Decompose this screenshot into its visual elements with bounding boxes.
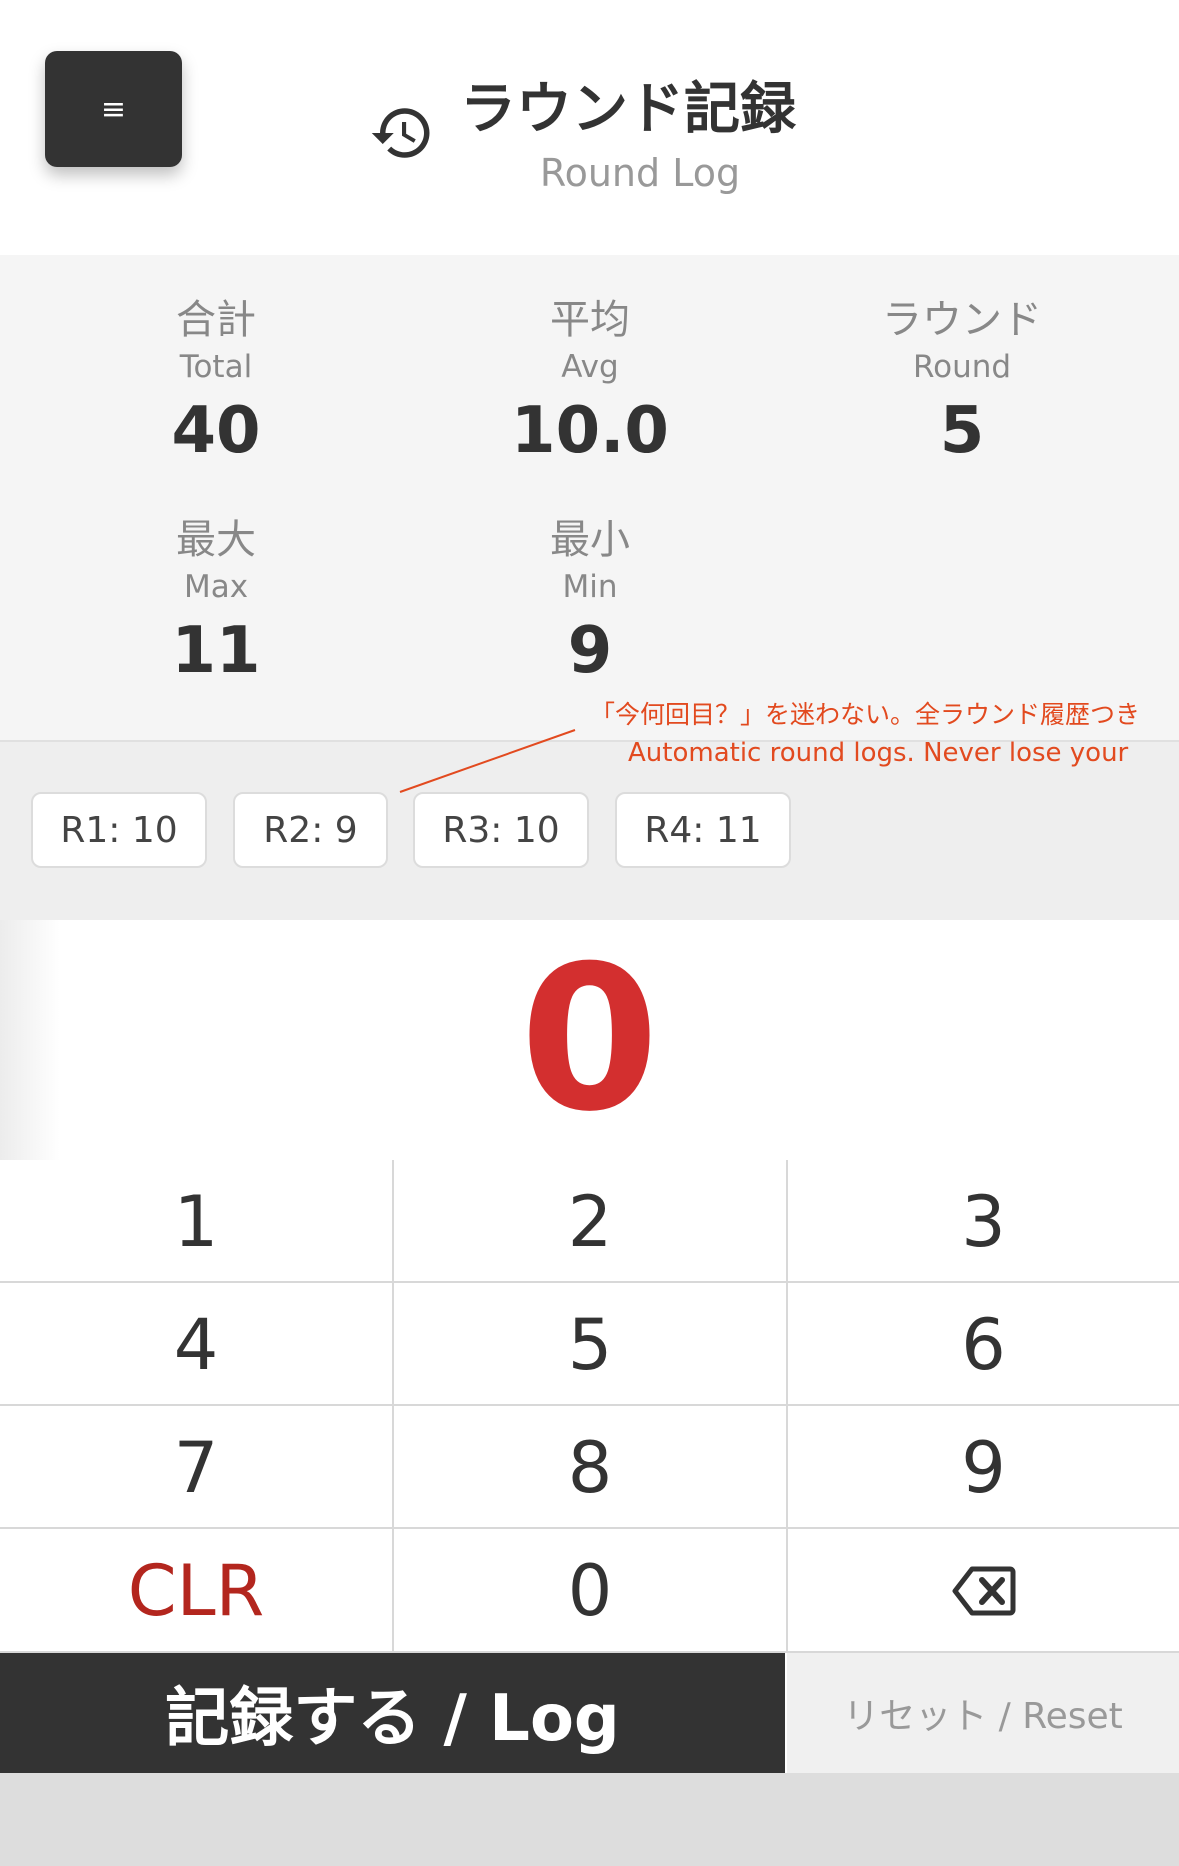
- stat-min-label-en: Min: [562, 569, 618, 605]
- key-4[interactable]: 4: [0, 1283, 392, 1406]
- key-2[interactable]: 2: [394, 1160, 786, 1283]
- history-chip-r1[interactable]: R1: 10: [31, 792, 207, 868]
- annotation-text-jp: 「今何回目？」を迷わない。全ラウンド履歴つき: [590, 700, 1141, 729]
- reset-button[interactable]: リセット / Reset: [787, 1653, 1179, 1773]
- history-chip-r2[interactable]: R2: 9: [233, 792, 388, 868]
- stat-max-label-en: Max: [183, 569, 249, 605]
- key-7[interactable]: 7: [0, 1406, 392, 1529]
- stat-avg-value: 10.0: [511, 394, 669, 468]
- stat-min-value: 9: [567, 614, 613, 688]
- stat-round: ラウンド Round 5: [812, 295, 1112, 471]
- stats-panel: 合計 Total 40 平均 Avg 10.0 ラウンド Round 5 最大 …: [0, 255, 1179, 742]
- clear-button[interactable]: CLR: [0, 1529, 392, 1652]
- keypad-divider: [0, 1527, 1179, 1529]
- stat-total-label-jp: 合計: [176, 297, 256, 343]
- stat-avg-label-jp: 平均: [550, 297, 630, 343]
- key-1[interactable]: 1: [0, 1160, 392, 1283]
- keypad-divider: [392, 1160, 394, 1653]
- key-5[interactable]: 5: [394, 1283, 786, 1406]
- key-0[interactable]: 0: [394, 1529, 786, 1652]
- stat-max: 最大 Max 11: [66, 515, 366, 691]
- stat-min-label-jp: 最小: [550, 517, 630, 563]
- page-title: ラウンド記録: [460, 77, 796, 142]
- history-chip-r3[interactable]: R3: 10: [413, 792, 589, 868]
- stat-round-label-en: Round: [912, 349, 1012, 385]
- menu-button[interactable]: ≡: [45, 51, 182, 167]
- menu-icon: ≡: [100, 91, 127, 127]
- annotation-text-en: Automatic round logs. Never lose your: [628, 738, 1129, 768]
- stat-max-value: 11: [171, 614, 261, 688]
- round-history: R1: 10 R2: 9 R3: 10 R4: 11: [0, 742, 1179, 920]
- key-9[interactable]: 9: [788, 1406, 1179, 1529]
- stat-total: 合計 Total 40: [66, 295, 366, 471]
- log-button[interactable]: 記録する / Log: [0, 1653, 785, 1773]
- stat-avg-label-en: Avg: [561, 349, 619, 385]
- stat-round-value: 5: [939, 394, 985, 468]
- history-chip-r4[interactable]: R4: 11: [615, 792, 791, 868]
- keypad-divider: [0, 1281, 1179, 1283]
- backspace-button[interactable]: [788, 1529, 1179, 1652]
- page-subtitle: Round Log: [539, 151, 741, 195]
- stat-round-label-jp: ラウンド: [882, 297, 1042, 343]
- bottom-bar: [0, 1773, 1179, 1866]
- header: ≡ ラウンド記録 Round Log: [0, 0, 1179, 255]
- stat-max-label-jp: 最大: [176, 517, 256, 563]
- key-3[interactable]: 3: [788, 1160, 1179, 1283]
- input-display: 0: [519, 923, 660, 1156]
- backspace-icon: [952, 1566, 1015, 1615]
- stat-total-value: 40: [171, 394, 261, 468]
- key-6[interactable]: 6: [788, 1283, 1179, 1406]
- stat-avg: 平均 Avg 10.0: [440, 295, 740, 471]
- history-icon: [371, 108, 430, 158]
- stat-min: 最小 Min 9: [440, 515, 740, 691]
- keypad-divider: [786, 1160, 788, 1653]
- keypad-divider: [0, 1404, 1179, 1406]
- key-8[interactable]: 8: [394, 1406, 786, 1529]
- stat-total-label-en: Total: [179, 349, 253, 385]
